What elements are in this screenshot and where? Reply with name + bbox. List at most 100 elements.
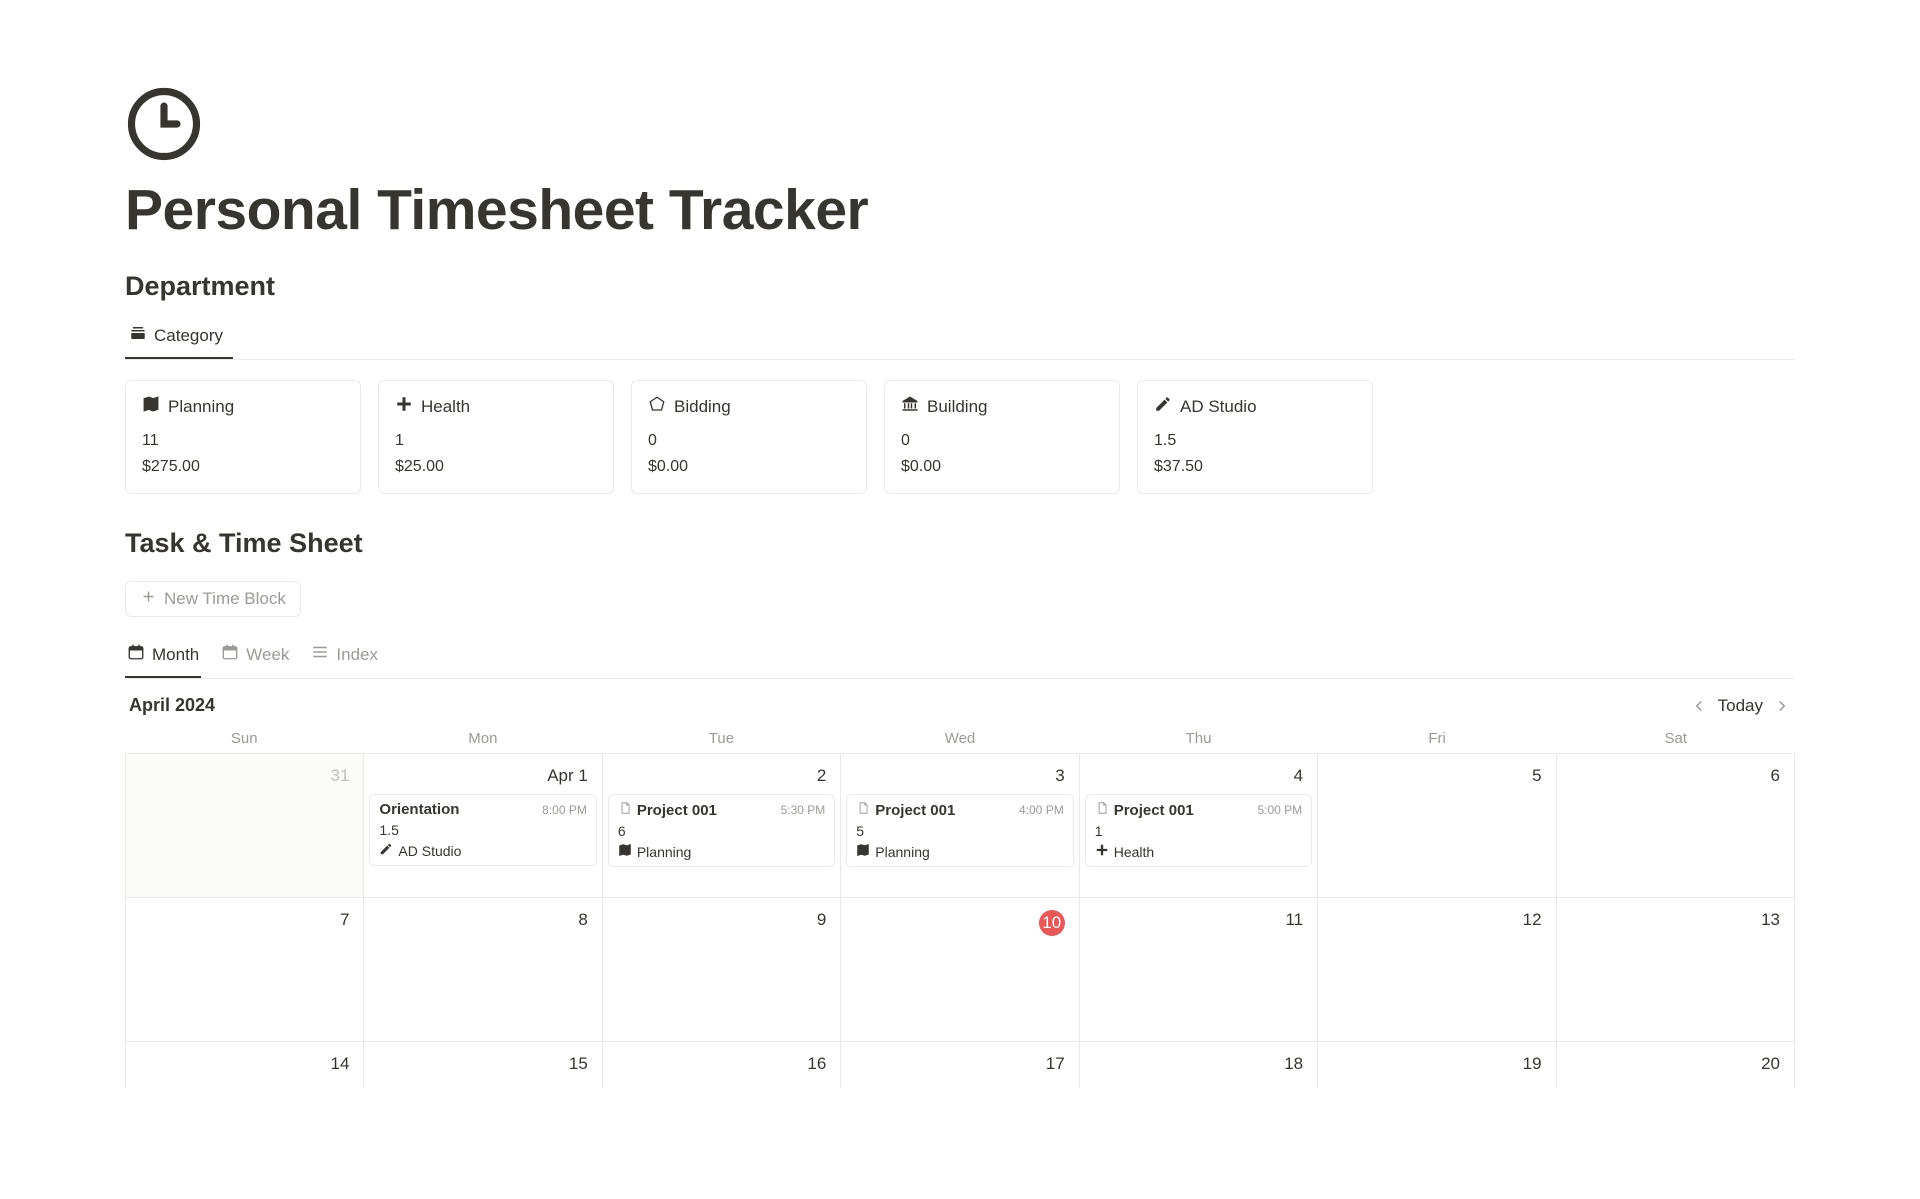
view-tab-month[interactable]: Month (125, 637, 201, 678)
plus-bold-icon (395, 395, 413, 418)
bank-icon (901, 395, 919, 418)
card-amount: $37.50 (1154, 454, 1356, 480)
calendar-day-cell[interactable]: 16 (603, 1042, 841, 1088)
card-hours: 1.5 (1154, 428, 1356, 454)
day-number: 19 (1326, 1050, 1547, 1080)
view-tab-label: Index (336, 645, 378, 665)
category-card-health[interactable]: Health1$25.00 (378, 380, 614, 494)
day-number: 6 (1565, 762, 1786, 792)
calendar-day-cell[interactable]: 10 (841, 898, 1079, 1042)
category-card-building[interactable]: Building0$0.00 (884, 380, 1120, 494)
gallery-icon (129, 324, 147, 347)
today-button[interactable]: Today (1718, 696, 1763, 716)
calendar-day-cell[interactable]: 31 (126, 754, 364, 898)
card-name: Planning (168, 397, 234, 417)
day-number: 14 (134, 1050, 355, 1080)
calendar-event[interactable]: Project 0015:30 PM6Planning (608, 794, 835, 867)
calendar-day-cell[interactable]: 8 (364, 898, 602, 1042)
plus-icon (140, 588, 157, 610)
day-number: 17 (849, 1050, 1070, 1080)
calendar-day-cell[interactable]: 7 (126, 898, 364, 1042)
day-header: Tue (602, 724, 841, 753)
day-number: 11 (1088, 906, 1309, 936)
day-number: 31 (134, 762, 355, 792)
day-number: 18 (1088, 1050, 1309, 1080)
calendar-day-cell[interactable]: 17 (841, 1042, 1079, 1088)
event-category: Planning (875, 844, 930, 860)
pencil-icon (379, 842, 393, 859)
card-amount: $0.00 (648, 454, 850, 480)
day-header: Mon (364, 724, 603, 753)
task-sheet-heading: Task & Time Sheet (125, 528, 1795, 559)
card-hours: 1 (395, 428, 597, 454)
event-title: Project 001 (1114, 802, 1194, 819)
calendar-event[interactable]: Project 0014:00 PM5Planning (846, 794, 1073, 867)
day-number: 4 (1088, 762, 1309, 792)
view-tab-label: Month (152, 645, 199, 665)
calendar-day-cell[interactable]: 5 (1318, 754, 1556, 898)
next-month-button[interactable] (1773, 697, 1791, 715)
calendar-day-cell[interactable]: 18 (1080, 1042, 1318, 1088)
calendar-day-cell[interactable]: 20 (1557, 1042, 1795, 1088)
tab-label: Category (154, 326, 223, 346)
event-title: Orientation (379, 801, 459, 818)
card-hours: 11 (142, 428, 344, 454)
category-card-planning[interactable]: Planning 11$275.00 (125, 380, 361, 494)
event-category: Planning (637, 844, 692, 860)
new-time-block-label: New Time Block (164, 589, 286, 609)
calendar-day-cell[interactable]: 6 (1557, 754, 1795, 898)
day-number: 16 (611, 1050, 832, 1080)
day-number: 8 (372, 906, 593, 936)
pencil-icon (1154, 395, 1172, 418)
event-category: Health (1114, 844, 1154, 860)
day-number: 9 (611, 906, 832, 936)
day-number: 10 (849, 906, 1070, 942)
page-icon (1095, 801, 1109, 819)
card-amount: $275.00 (142, 454, 344, 480)
new-time-block-button[interactable]: New Time Block (125, 581, 301, 617)
category-card-ad-studio[interactable]: AD Studio 1.5$37.50 (1137, 380, 1373, 494)
calendar-event[interactable]: Orientation8:00 PM1.5AD Studio (369, 794, 596, 866)
day-number: 2 (611, 762, 832, 792)
day-number: 5 (1326, 762, 1547, 792)
card-name: AD Studio (1180, 397, 1257, 417)
view-tab-week[interactable]: Week (219, 637, 291, 678)
prev-month-button[interactable] (1690, 697, 1708, 715)
day-header: Fri (1318, 724, 1557, 753)
event-hours: 6 (618, 823, 825, 839)
calendar-month-label: April 2024 (129, 695, 215, 716)
card-name: Bidding (674, 397, 731, 417)
event-category: AD Studio (398, 843, 461, 859)
day-number: 15 (372, 1050, 593, 1080)
card-hours: 0 (901, 428, 1103, 454)
event-time: 4:00 PM (1019, 803, 1064, 817)
card-hours: 0 (648, 428, 850, 454)
calendar-day-cell[interactable]: 9 (603, 898, 841, 1042)
card-name: Building (927, 397, 988, 417)
calendar-day-cell[interactable]: 12 (1318, 898, 1556, 1042)
day-number: 13 (1565, 906, 1786, 936)
department-heading: Department (125, 271, 1795, 302)
view-tab-label: Week (246, 645, 289, 665)
page-title: Personal Timesheet Tracker (125, 177, 1795, 243)
event-time: 5:30 PM (781, 803, 826, 817)
tab-category[interactable]: Category (125, 316, 233, 359)
calendar-day-cell[interactable]: Apr 1Orientation8:00 PM1.5AD Studio (364, 754, 602, 898)
day-number: 12 (1326, 906, 1547, 936)
calendar-day-cell[interactable]: 2Project 0015:30 PM6Planning (603, 754, 841, 898)
calendar-event[interactable]: Project 0015:00 PM1Health (1085, 794, 1312, 867)
calendar-day-cell[interactable]: 4Project 0015:00 PM1Health (1080, 754, 1318, 898)
calendar-day-cell[interactable]: 19 (1318, 1042, 1556, 1088)
calendar-day-cell[interactable]: 13 (1557, 898, 1795, 1042)
map-icon (142, 395, 160, 418)
map-icon (618, 843, 632, 860)
calendar-day-cell[interactable]: 11 (1080, 898, 1318, 1042)
calendar-day-cell[interactable]: 14 (126, 1042, 364, 1088)
category-card-bidding[interactable]: Bidding 0$0.00 (631, 380, 867, 494)
card-amount: $25.00 (395, 454, 597, 480)
day-header: Sun (125, 724, 364, 753)
view-tab-index[interactable]: Index (309, 637, 380, 678)
calendar-day-cell[interactable]: 3Project 0014:00 PM5Planning (841, 754, 1079, 898)
calendar-day-cell[interactable]: 15 (364, 1042, 602, 1088)
day-header: Thu (1079, 724, 1318, 753)
